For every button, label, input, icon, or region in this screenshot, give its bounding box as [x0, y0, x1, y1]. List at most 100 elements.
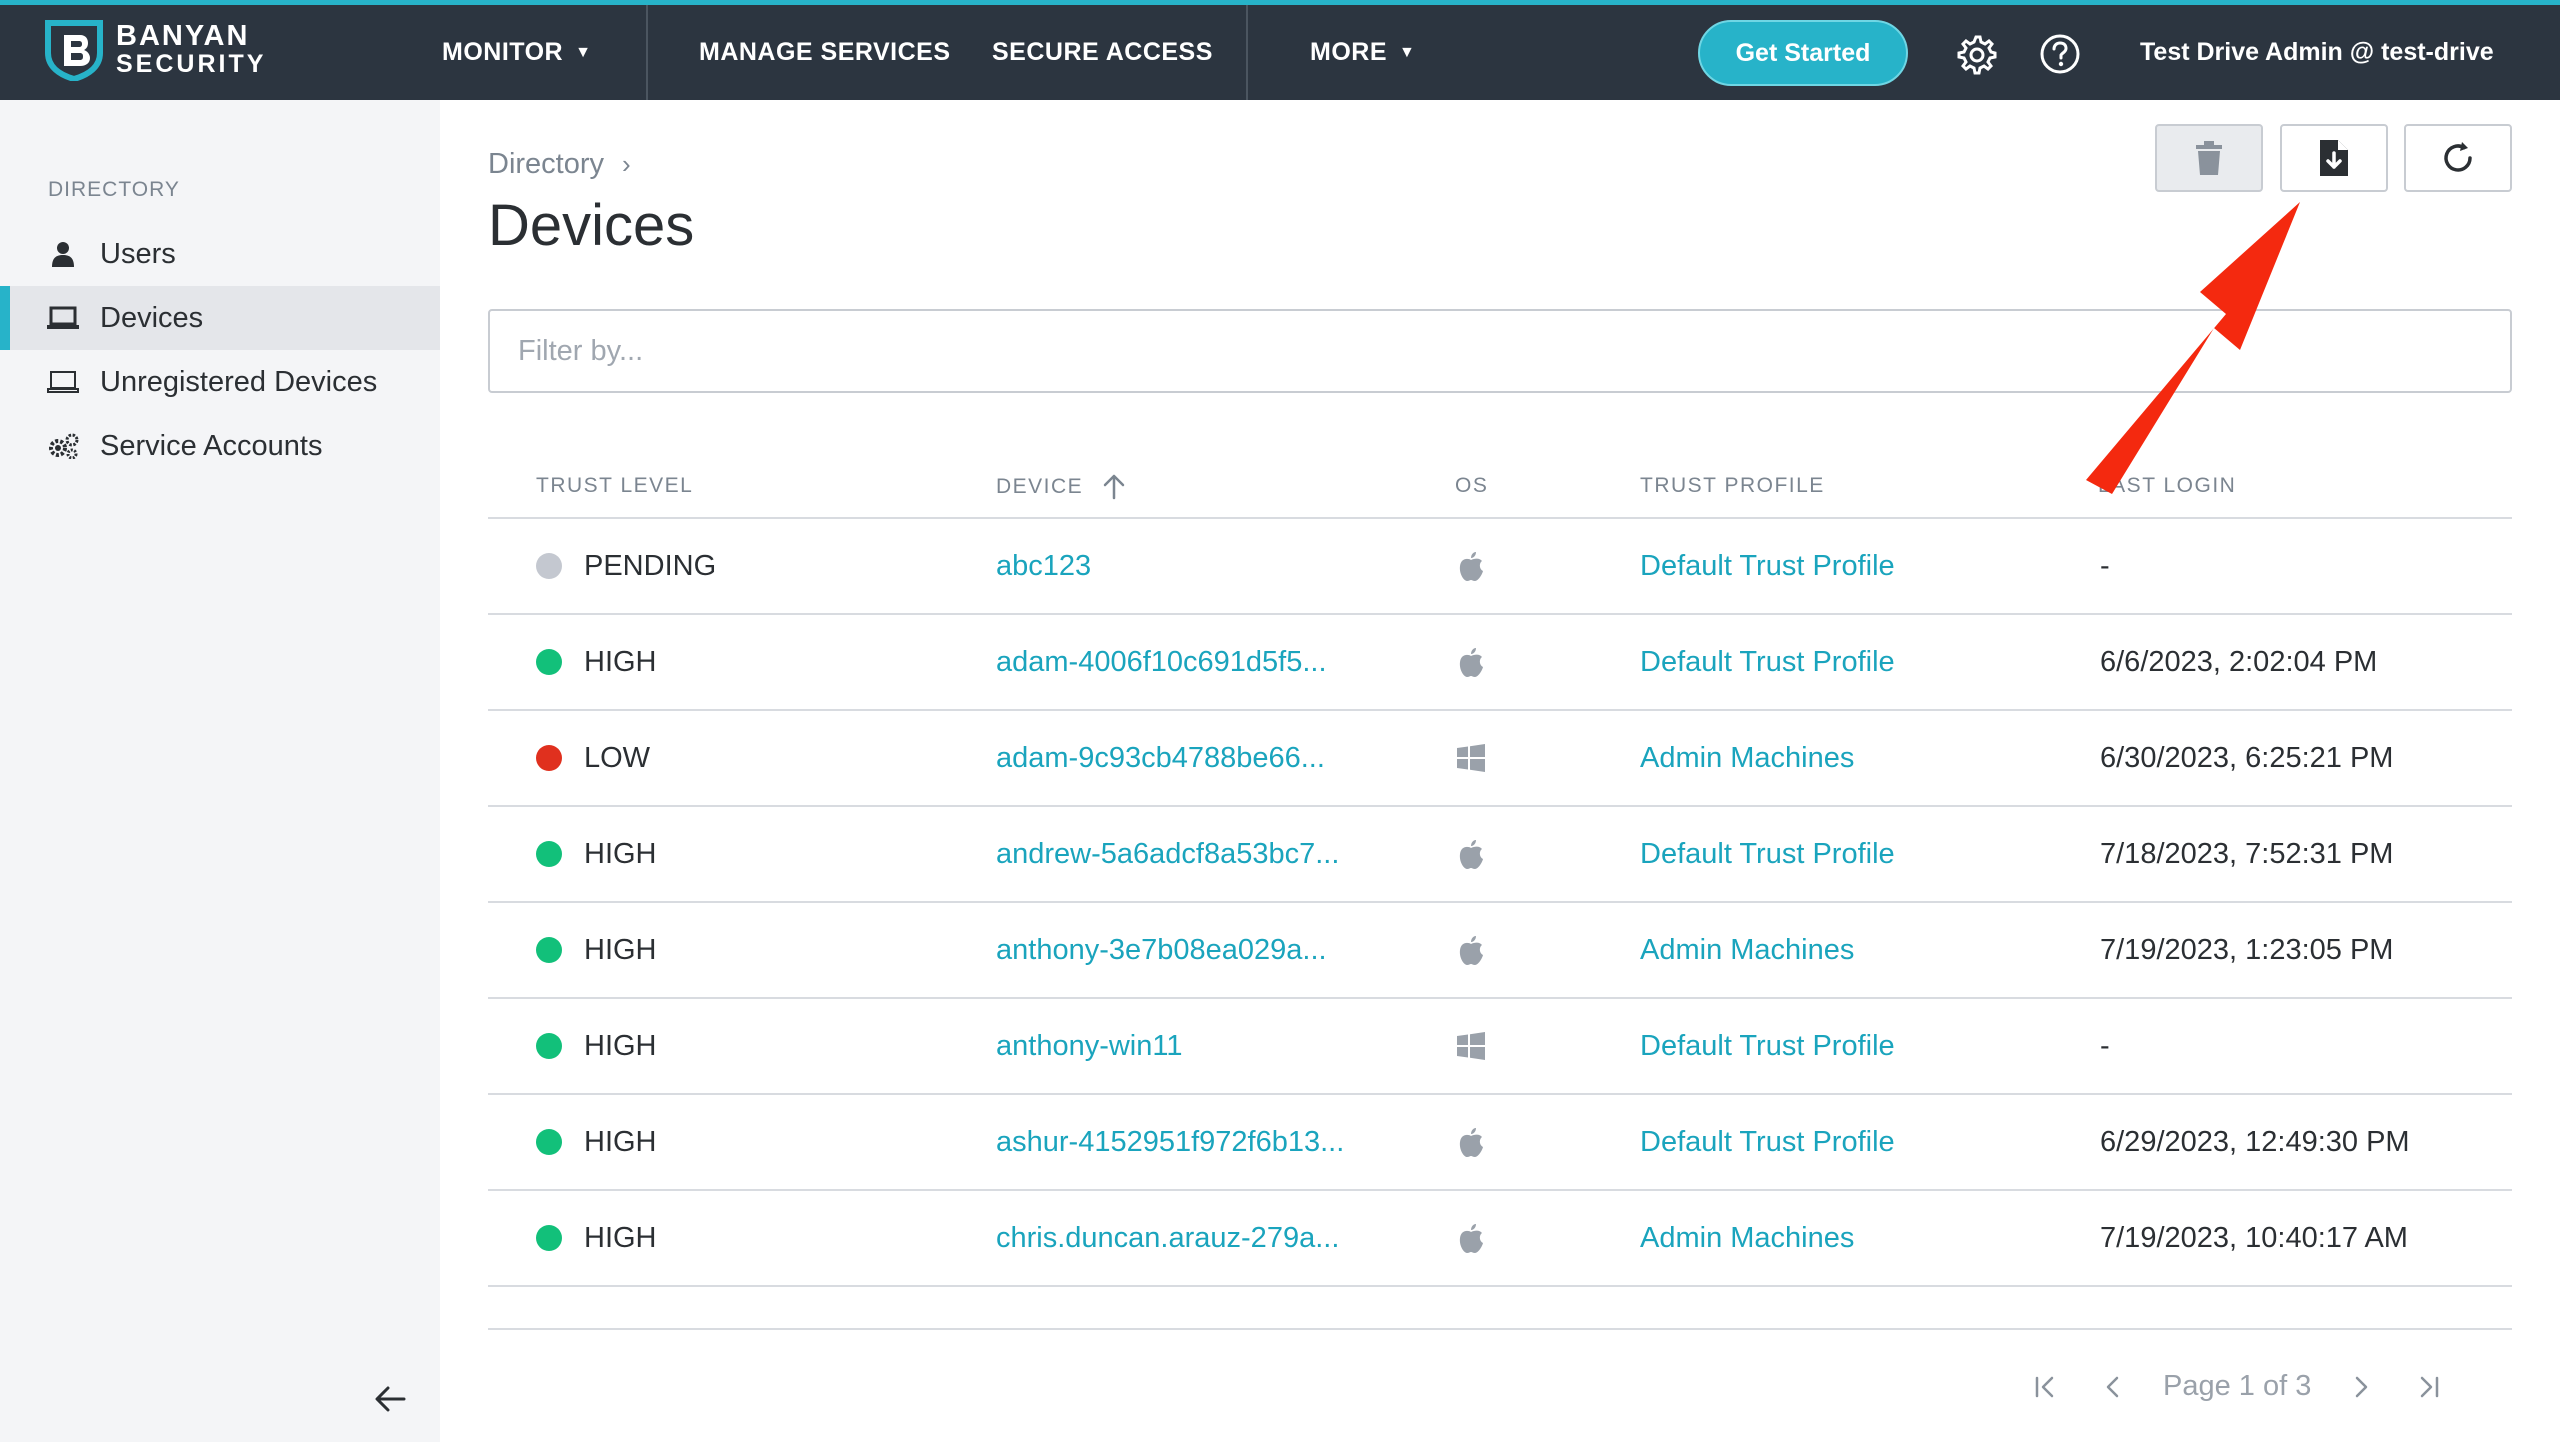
device-link[interactable]: anthony-win11 [996, 999, 1182, 1093]
table-row[interactable]: LOW adam-9c93cb4788be66... Admin Machines 6… [488, 711, 2512, 807]
next-page-icon[interactable] [2346, 1372, 2376, 1402]
last-login-cell: 6/29/2023, 12:49:30 PM [2100, 1125, 2410, 1158]
device-link[interactable]: abc123 [996, 519, 1091, 613]
last-page-icon[interactable] [2414, 1372, 2444, 1402]
table-row[interactable]: PENDING abc123 Default Trust Profile - [488, 519, 2512, 615]
column-header-last-login[interactable]: LAST LOGIN [2098, 474, 2236, 498]
table-row[interactable]: HIGH anthony-win11 Default Trust Profile - [488, 999, 2512, 1095]
gear-icon[interactable] [1955, 33, 1997, 75]
table-row[interactable]: HIGH andrew-5a6adcf8a53bc7... Default Trus… [488, 807, 2512, 903]
help-icon[interactable] [2039, 33, 2081, 75]
breadcrumb-directory[interactable]: Directory [488, 148, 604, 181]
column-header-trust-level[interactable]: TRUST LEVEL [536, 474, 693, 498]
table-row[interactable]: HIGH adam-4006f10c691d5f5... Default Trust… [488, 615, 2512, 711]
last-login-cell: 7/19/2023, 1:23:05 PM [2100, 933, 2394, 966]
nav-monitor-label: MONITOR [442, 38, 564, 66]
table-bottom-divider [488, 1328, 2512, 1330]
banyan-logo[interactable]: BANYAN SECURITY [44, 19, 266, 81]
status-dot-icon [536, 649, 562, 675]
sidebar: DIRECTORY Users Devices Unregistered Dev… [0, 100, 440, 1442]
device-link[interactable]: andrew-5a6adcf8a53bc7... [996, 807, 1339, 901]
apple-icon [1456, 903, 1486, 997]
laptop-outline-icon [46, 367, 80, 397]
nav-manage-services-label: MANAGE SERVICES [699, 38, 951, 66]
filter-input[interactable] [488, 309, 2512, 393]
column-header-device[interactable]: DEVICE [996, 474, 1127, 500]
nav-more-label: MORE [1310, 38, 1387, 66]
status-dot-icon [536, 745, 562, 771]
caret-down-icon: ▼ [575, 43, 592, 61]
trust-level-label: LOW [584, 741, 651, 774]
table-row[interactable]: HIGH ashur-4152951f972f6b13... Default Tru… [488, 1095, 2512, 1191]
trust-level-cell: HIGH [536, 903, 657, 997]
refresh-button[interactable] [2404, 124, 2512, 192]
trust-profile-link[interactable]: Default Trust Profile [1640, 615, 1895, 709]
device-link[interactable]: adam-4006f10c691d5f5... [996, 615, 1327, 709]
collapse-sidebar-arrow-icon[interactable] [372, 1380, 410, 1418]
trash-icon [2196, 141, 2222, 175]
sidebar-heading: DIRECTORY [48, 178, 180, 201]
trust-level-label: HIGH [584, 1029, 657, 1062]
last-login-cell: 7/18/2023, 7:52:31 PM [2100, 837, 2394, 870]
trust-level-cell: LOW [536, 711, 650, 805]
caret-down-icon: ▼ [1399, 43, 1416, 61]
trust-profile-link[interactable]: Default Trust Profile [1640, 519, 1895, 613]
sidebar-item-label: Users [100, 237, 176, 270]
status-dot-icon [536, 1225, 562, 1251]
trust-level-label: HIGH [584, 933, 657, 966]
nav-more[interactable]: MORE ▼ [1310, 5, 1415, 100]
user-account-menu[interactable]: Test Drive Admin @ test-drive [2140, 5, 2494, 100]
status-dot-icon [536, 1033, 562, 1059]
trust-profile-link[interactable]: Default Trust Profile [1640, 807, 1895, 901]
sidebar-item-users[interactable]: Users [0, 222, 440, 286]
page-title: Devices [488, 193, 695, 258]
windows-icon [1456, 711, 1486, 805]
trust-level-cell: HIGH [536, 1095, 657, 1189]
trust-level-label: HIGH [584, 1221, 657, 1254]
top-navigation-bar: BANYAN SECURITY MONITOR ▼ MANAGE SERVICE… [0, 0, 2560, 100]
column-header-os[interactable]: OS [1455, 474, 1488, 498]
export-button[interactable] [2280, 124, 2388, 192]
last-login-cell: 6/6/2023, 2:02:04 PM [2100, 645, 2378, 678]
brand-line2: SECURITY [116, 50, 267, 78]
previous-page-icon[interactable] [2098, 1372, 2128, 1402]
trust-profile-link[interactable]: Default Trust Profile [1640, 999, 1895, 1093]
brand-line1: BANYAN [116, 20, 250, 52]
nav-manage-services[interactable]: MANAGE SERVICES [699, 5, 951, 100]
laptop-icon [46, 303, 80, 333]
trust-level-label: HIGH [584, 837, 657, 870]
last-login-cell: 6/30/2023, 6:25:21 PM [2100, 741, 2394, 774]
trust-level-label: PENDING [584, 549, 717, 582]
trust-profile-link[interactable]: Admin Machines [1640, 1191, 1854, 1285]
device-link[interactable]: ashur-4152951f972f6b13... [996, 1095, 1344, 1189]
device-link[interactable]: adam-9c93cb4788be66... [996, 711, 1325, 805]
last-login-cell: - [2100, 549, 2110, 582]
sort-ascending-arrow-icon [1103, 474, 1125, 500]
trust-profile-link[interactable]: Admin Machines [1640, 903, 1854, 997]
first-page-icon[interactable] [2030, 1372, 2060, 1402]
last-login-cell: - [2100, 1029, 2110, 1062]
trust-profile-link[interactable]: Admin Machines [1640, 711, 1854, 805]
sidebar-item-unregistered-devices[interactable]: Unregistered Devices [0, 350, 440, 414]
sidebar-item-service-accounts[interactable]: Service Accounts [0, 414, 440, 478]
device-link[interactable]: chris.duncan.arauz-279a... [996, 1191, 1339, 1285]
device-link[interactable]: anthony-3e7b08ea029a... [996, 903, 1327, 997]
refresh-icon [2444, 142, 2472, 172]
sidebar-item-label: Service Accounts [100, 429, 323, 462]
sidebar-item-devices[interactable]: Devices [0, 286, 440, 350]
table-row[interactable]: HIGH anthony-3e7b08ea029a... Admin Machine… [488, 903, 2512, 999]
sidebar-item-label: Devices [100, 301, 204, 334]
windows-icon [1456, 999, 1486, 1093]
column-header-trust-profile[interactable]: TRUST PROFILE [1640, 474, 1825, 498]
trust-level-cell: HIGH [536, 615, 657, 709]
nav-secure-access[interactable]: SECURE ACCESS [992, 5, 1213, 100]
nav-monitor[interactable]: MONITOR ▼ [442, 5, 591, 100]
page-indicator: Page 1 of 3 [2163, 1369, 2312, 1402]
column-header-device-label: DEVICE [996, 475, 1084, 498]
breadcrumb: Directory › [488, 148, 631, 181]
trust-profile-link[interactable]: Default Trust Profile [1640, 1095, 1895, 1189]
get-started-button[interactable]: Get Started [1698, 20, 1908, 86]
table-row[interactable]: HIGH chris.duncan.arauz-279a... Admin Mach… [488, 1191, 2512, 1287]
delete-button[interactable] [2155, 124, 2263, 192]
apple-icon [1456, 615, 1486, 709]
